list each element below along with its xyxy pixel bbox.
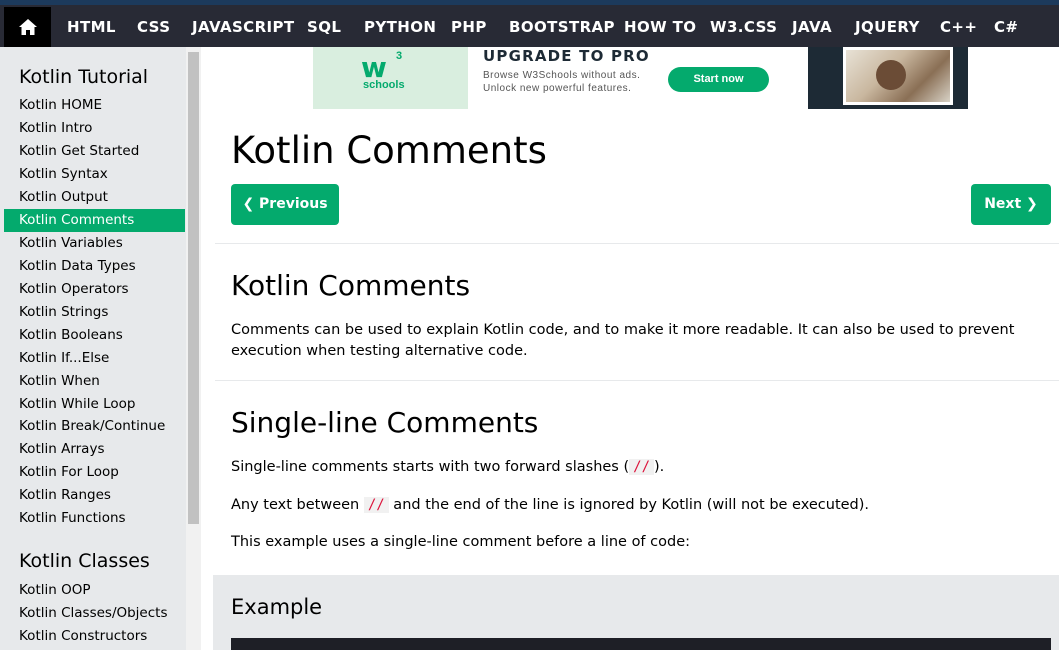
example-box: Example: [213, 575, 1059, 650]
sidebar-item-kotlin-if-else[interactable]: Kotlin If...Else: [4, 347, 185, 370]
sidebar: Kotlin Tutorial Kotlin HOME Kotlin Intro…: [0, 47, 201, 650]
nav-w3css[interactable]: W3.CSS: [710, 7, 777, 47]
sidebar-item-kotlin-get-started[interactable]: Kotlin Get Started: [4, 140, 185, 163]
paragraph-text: Single-line comments starts with two for…: [231, 459, 630, 475]
paragraph-any-text: Any text between // and the end of the l…: [231, 495, 1051, 516]
sidebar-item-kotlin-output[interactable]: Kotlin Output: [4, 186, 185, 209]
sidebar-item-kotlin-data-types[interactable]: Kotlin Data Types: [4, 255, 185, 278]
sidebar-section-title: Kotlin Tutorial: [19, 66, 149, 88]
code-block: [231, 638, 1051, 650]
sidebar-item-kotlin-ranges[interactable]: Kotlin Ranges: [4, 484, 185, 507]
sidebar-item-kotlin-intro[interactable]: Kotlin Intro: [4, 117, 185, 140]
sidebar-item-kotlin-arrays[interactable]: Kotlin Arrays: [4, 438, 185, 461]
sidebar-item-kotlin-booleans[interactable]: Kotlin Booleans: [4, 324, 185, 347]
sidebar-scroll-thumb[interactable]: [188, 52, 199, 524]
home-button[interactable]: [4, 7, 51, 47]
sidebar-item-kotlin-operators[interactable]: Kotlin Operators: [4, 278, 185, 301]
page-title: Kotlin Comments: [231, 129, 547, 172]
nav-csharp[interactable]: C#: [994, 7, 1018, 47]
paragraph-example-intro: This example uses a single-line comment …: [231, 534, 691, 550]
sidebar-item-kotlin-functions[interactable]: Kotlin Functions: [4, 507, 185, 530]
sidebar-item-kotlin-constructors[interactable]: Kotlin Constructors: [4, 625, 185, 648]
paragraph-single-line: Single-line comments starts with two for…: [231, 457, 1051, 478]
previous-button[interactable]: ❮ Previous: [231, 184, 339, 225]
sidebar-scrollbar[interactable]: [186, 47, 201, 650]
top-nav: HTML CSS JAVASCRIPT SQL PYTHON PHP BOOTS…: [0, 0, 1059, 47]
inline-code: //: [629, 459, 654, 475]
ad-line-2: Unlock new powerful features.: [483, 83, 632, 94]
main-content: w 3 schools UPGRADE TO PRO Browse W3Scho…: [213, 47, 1059, 650]
sidebar-section-title-classes: Kotlin Classes: [19, 550, 150, 572]
sidebar-item-kotlin-oop[interactable]: Kotlin OOP: [4, 579, 185, 602]
intro-paragraph: Comments can be used to explain Kotlin c…: [231, 322, 1015, 359]
w3schools-logo-text: schools: [363, 79, 405, 91]
nav-javascript[interactable]: JAVASCRIPT: [192, 7, 295, 47]
inline-code: //: [363, 497, 389, 513]
nav-cpp[interactable]: C++: [940, 7, 977, 47]
nav-bootstrap[interactable]: BOOTSTRAP: [509, 7, 615, 47]
sidebar-item-kotlin-comments[interactable]: Kotlin Comments: [4, 209, 185, 232]
ad-start-now-button[interactable]: Start now: [668, 67, 769, 92]
upgrade-ad-banner[interactable]: w 3 schools UPGRADE TO PRO Browse W3Scho…: [313, 47, 968, 109]
ad-photo: [843, 47, 953, 105]
sidebar-item-kotlin-break-continue[interactable]: Kotlin Break/Continue: [4, 415, 185, 438]
sidebar-item-kotlin-classes-objects[interactable]: Kotlin Classes/Objects: [4, 602, 185, 625]
divider: [215, 380, 1059, 381]
nav-python[interactable]: PYTHON: [364, 7, 436, 47]
sidebar-item-kotlin-strings[interactable]: Kotlin Strings: [4, 301, 185, 324]
ad-title: UPGRADE TO PRO: [483, 47, 650, 65]
nav-jquery[interactable]: JQUERY: [855, 7, 920, 47]
section-heading-single-line-comments: Single-line Comments: [231, 406, 539, 439]
sidebar-item-kotlin-home[interactable]: Kotlin HOME: [4, 94, 185, 117]
paragraph-text: ).: [654, 459, 665, 475]
nav-sql[interactable]: SQL: [307, 7, 341, 47]
divider: [215, 243, 1059, 244]
nav-html[interactable]: HTML: [67, 7, 116, 47]
sidebar-item-kotlin-syntax[interactable]: Kotlin Syntax: [4, 163, 185, 186]
nav-css[interactable]: CSS: [137, 7, 170, 47]
sidebar-item-kotlin-when[interactable]: Kotlin When: [4, 370, 185, 393]
home-icon: [18, 19, 37, 35]
sidebar-item-kotlin-for-loop[interactable]: Kotlin For Loop: [4, 461, 185, 484]
example-heading: Example: [231, 595, 323, 619]
paragraph-text: and the end of the line is ignored by Ko…: [388, 497, 870, 513]
next-button[interactable]: Next ❯: [971, 184, 1051, 225]
sidebar-item-kotlin-while-loop[interactable]: Kotlin While Loop: [4, 393, 185, 416]
nav-how-to[interactable]: HOW TO: [624, 7, 696, 47]
sidebar-item-kotlin-variables[interactable]: Kotlin Variables: [4, 232, 185, 255]
ad-logo-panel: w 3 schools: [313, 47, 468, 109]
paragraph-text: Any text between: [231, 497, 364, 513]
section-heading-kotlin-comments: Kotlin Comments: [231, 269, 471, 302]
w3schools-logo-superscript: 3: [396, 50, 403, 62]
nav-php[interactable]: PHP: [451, 7, 487, 47]
nav-java[interactable]: JAVA: [792, 7, 832, 47]
ad-line-1: Browse W3Schools without ads.: [483, 70, 641, 81]
